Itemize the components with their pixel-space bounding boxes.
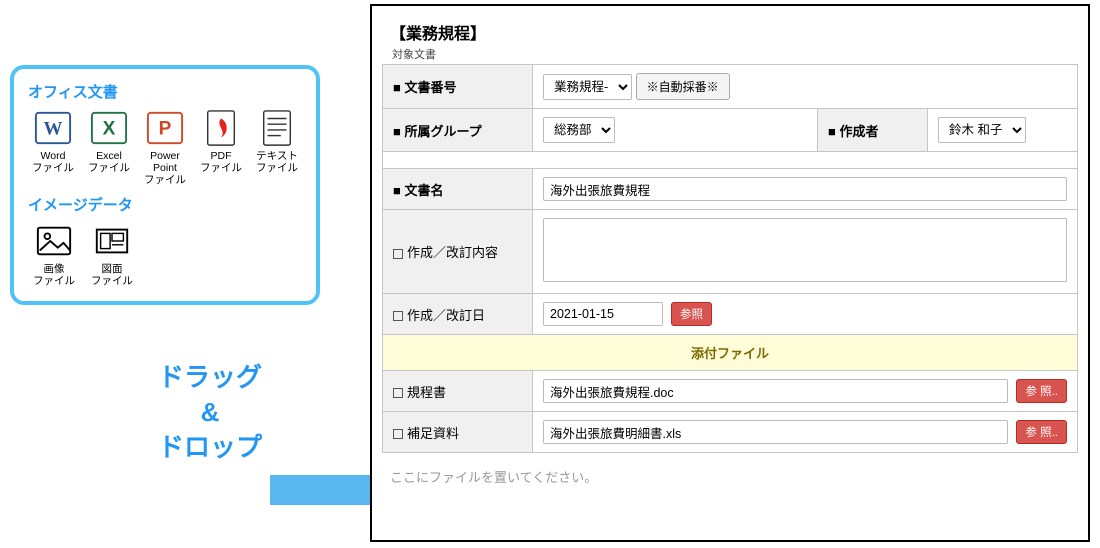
author-select[interactable]: 鈴木 和子 <box>938 117 1026 143</box>
file-types-panel: オフィス文書 W Word ファイル X Excel ファイル P Power … <box>10 65 320 305</box>
doc-name-input[interactable] <box>543 177 1067 201</box>
image-label: 画像 ファイル <box>28 263 80 287</box>
office-file-row: W Word ファイル X Excel ファイル P Power Point フ… <box>28 108 302 186</box>
excel-file-item: X Excel ファイル <box>84 108 134 186</box>
attach-row1-input[interactable] <box>543 379 1008 403</box>
drag-drop-text: ドラッグ & ドロップ <box>120 360 300 465</box>
revision-content-textarea[interactable] <box>543 218 1067 282</box>
attach-row1-ref-button[interactable]: 参 照.. <box>1016 379 1067 403</box>
form-title: 【業務規程】 <box>382 16 1078 46</box>
attach-row2-input[interactable] <box>543 420 1008 444</box>
drawing-label: 図面 ファイル <box>86 263 138 287</box>
attach-row1-label: 規程書 <box>383 371 533 412</box>
pdf-label: PDF ファイル <box>196 150 246 174</box>
doc-name-label: ■ 文書名 <box>383 169 533 210</box>
svg-text:P: P <box>159 119 172 140</box>
drawing-file-item: 図面 ファイル <box>86 221 138 287</box>
date-ref-button[interactable]: 参照 <box>671 302 712 326</box>
pdf-file-item: PDF ファイル <box>196 108 246 186</box>
text-file-item: テキスト ファイル <box>252 108 302 186</box>
revision-date-label: 作成／改訂日 <box>383 294 533 335</box>
svg-text:X: X <box>103 119 116 140</box>
word-file-item: W Word ファイル <box>28 108 78 186</box>
group-label: ■ 所属グループ <box>383 109 533 152</box>
attach-header: 添付ファイル <box>383 335 1078 371</box>
drag-drop-line1: ドラッグ <box>158 362 262 392</box>
image-file-item: 画像 ファイル <box>28 221 80 287</box>
image-data-heading: イメージデータ <box>28 194 302 215</box>
excel-label: Excel ファイル <box>84 150 134 174</box>
attach-row2-ref-button[interactable]: 参 照.. <box>1016 420 1067 444</box>
group-select[interactable]: 総務部 <box>543 117 615 143</box>
drawing-icon <box>92 221 132 261</box>
pdf-icon <box>201 108 241 148</box>
form-sublabel: 対象文書 <box>382 46 1078 62</box>
ppt-file-item: P Power Point ファイル <box>140 108 190 186</box>
doc-no-label: ■ 文書番号 <box>383 65 533 109</box>
auto-number-button[interactable]: ※自動採番※ <box>636 73 730 100</box>
text-icon <box>257 108 297 148</box>
excel-icon: X <box>89 108 129 148</box>
word-icon: W <box>33 108 73 148</box>
ppt-label: Power Point ファイル <box>140 150 190 186</box>
word-label: Word ファイル <box>28 150 78 174</box>
form-header-table: ■ 文書番号 業務規程- ※自動採番※ ■ 所属グループ 総務部 ■ 作成者 鈴… <box>382 64 1078 453</box>
drag-drop-line3: ドロップ <box>158 432 262 462</box>
ppt-icon: P <box>145 108 185 148</box>
drag-drop-line2: & <box>201 397 220 427</box>
author-label: ■ 作成者 <box>818 109 928 152</box>
image-icon <box>34 221 74 261</box>
drop-zone-hint[interactable]: ここにファイルを置いてください。 <box>382 453 1078 494</box>
revision-content-label: 作成／改訂内容 <box>383 210 533 294</box>
doc-no-select[interactable]: 業務規程- <box>543 74 632 100</box>
attach-row2-label: 補足資料 <box>383 412 533 453</box>
drag-drop-callout: ドラッグ & ドロップ <box>120 360 380 520</box>
revision-date-input[interactable] <box>543 302 663 326</box>
office-docs-heading: オフィス文書 <box>28 81 302 102</box>
document-form-frame: 【業務規程】 対象文書 ■ 文書番号 業務規程- ※自動採番※ ■ 所属グループ… <box>370 4 1090 542</box>
text-label: テキスト ファイル <box>252 150 302 174</box>
image-file-row: 画像 ファイル 図面 ファイル <box>28 221 302 287</box>
svg-text:W: W <box>44 119 63 140</box>
